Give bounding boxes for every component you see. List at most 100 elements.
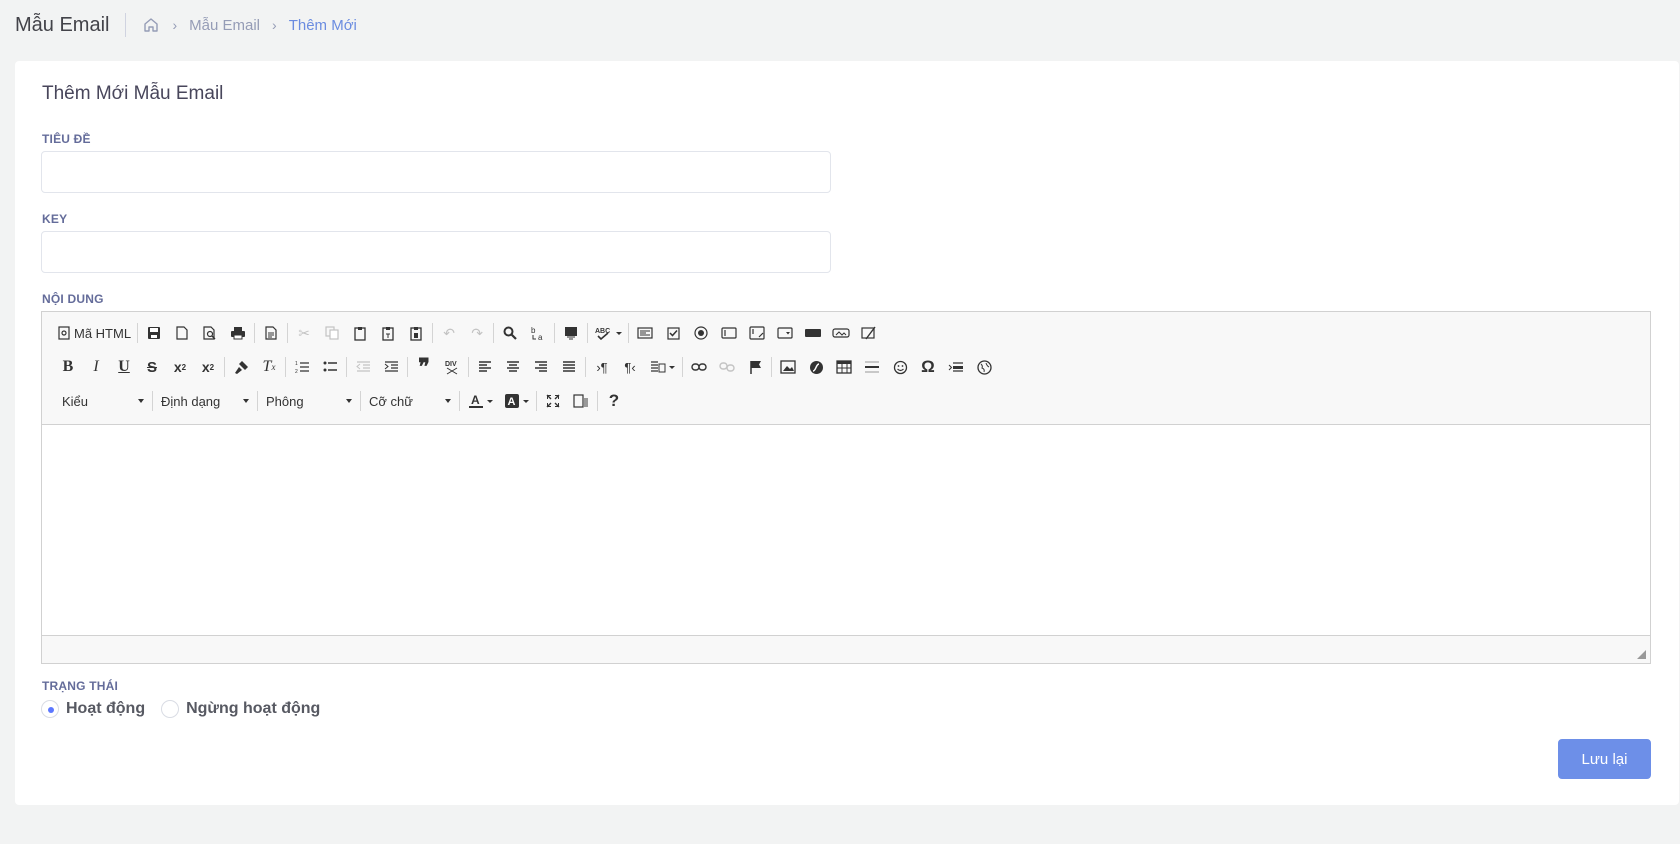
redo-icon[interactable]: ↷ (463, 321, 491, 345)
toolbar-separator (587, 323, 589, 343)
chevron-right-icon: › (172, 17, 178, 33)
status-option-active[interactable]: Hoạt động (41, 700, 145, 718)
page-break-icon[interactable] (942, 355, 970, 379)
save-button[interactable]: Lưu lại (1558, 739, 1651, 779)
paste-text-icon[interactable] (374, 321, 402, 345)
editor-statusbar (42, 635, 1650, 663)
maximize-icon[interactable] (539, 389, 567, 413)
indent-icon[interactable] (377, 355, 405, 379)
resize-handle-icon[interactable] (1637, 650, 1646, 659)
paste-icon[interactable] (346, 321, 374, 345)
image-icon[interactable] (774, 355, 802, 379)
textarea-icon[interactable] (743, 321, 771, 345)
radio-active[interactable] (41, 700, 59, 718)
status-label: TRẠNG THÁI (42, 679, 118, 693)
subject-input[interactable] (41, 151, 831, 193)
language-icon[interactable] (644, 355, 680, 379)
format-dropdown[interactable]: Định dạng (155, 388, 255, 414)
superscript-icon[interactable]: x2 (194, 355, 222, 379)
table-icon[interactable] (830, 355, 858, 379)
hidden-field-icon[interactable] (855, 321, 883, 345)
home-icon[interactable] (142, 16, 160, 34)
numbered-list-icon[interactable]: 12 (288, 355, 316, 379)
breadcrumb: › Mẫu Email › Thêm Mới (142, 16, 357, 34)
bullet-list-icon[interactable] (316, 355, 344, 379)
ltr-icon[interactable]: ›¶ (588, 355, 616, 379)
editor-content-area[interactable] (42, 425, 1650, 636)
select-all-icon[interactable] (557, 321, 585, 345)
svg-text:b: b (531, 326, 536, 335)
breadcrumb-item-email-template[interactable]: Mẫu Email (189, 17, 260, 34)
editor-toolbar: Mã HTML ✂ ↶ ↷ ba ABC B I U S x 2 x 2 T x… (42, 312, 1650, 425)
textfield-icon[interactable] (715, 321, 743, 345)
chevron-right-icon: › (272, 17, 277, 33)
cut-icon[interactable]: ✂ (290, 321, 318, 345)
outdent-icon[interactable] (349, 355, 377, 379)
image-button-icon[interactable] (827, 321, 855, 345)
bold-icon[interactable]: B (54, 355, 82, 379)
checkbox-icon[interactable] (659, 321, 687, 345)
strikethrough-icon[interactable]: S (138, 355, 166, 379)
spellcheck-icon[interactable]: ABC (590, 321, 626, 345)
toolbar-separator (360, 391, 361, 411)
align-left-icon[interactable] (471, 355, 499, 379)
preview-icon[interactable] (196, 321, 224, 345)
source-button[interactable]: Mã HTML (54, 321, 135, 345)
svg-text:a: a (538, 333, 543, 341)
toolbar-separator (285, 357, 286, 377)
form-icon[interactable] (631, 321, 659, 345)
styles-dropdown[interactable]: Kiểu (54, 388, 150, 414)
align-justify-icon[interactable] (555, 355, 583, 379)
key-input[interactable] (41, 231, 831, 273)
text-color-icon[interactable]: A (462, 389, 498, 413)
content-label: NỘI DUNG (42, 292, 104, 306)
blockquote-icon[interactable]: ❞ (410, 355, 438, 379)
smiley-icon[interactable] (886, 355, 914, 379)
help-icon[interactable]: ? (600, 389, 628, 413)
flash-icon[interactable] (802, 355, 830, 379)
rtl-icon[interactable]: ¶‹ (616, 355, 644, 379)
align-center-icon[interactable] (499, 355, 527, 379)
undo-icon[interactable]: ↶ (435, 321, 463, 345)
font-dropdown[interactable]: Phông (260, 388, 358, 414)
templates-icon[interactable] (257, 321, 285, 345)
radio-icon[interactable] (687, 321, 715, 345)
remove-format-icon[interactable]: Tx (255, 355, 283, 379)
radio-inactive[interactable] (161, 700, 180, 718)
print-icon[interactable] (224, 321, 252, 345)
select-icon[interactable] (771, 321, 799, 345)
show-blocks-icon[interactable] (567, 389, 595, 413)
save-doc-icon[interactable] (140, 321, 168, 345)
subject-label: TIÊU ĐỀ (42, 132, 91, 146)
new-page-icon[interactable] (168, 321, 196, 345)
create-div-icon[interactable]: DIV (438, 355, 466, 379)
format-painter-icon[interactable] (227, 355, 255, 379)
status-option-inactive[interactable]: Ngừng hoạt động (161, 700, 320, 718)
underline-icon[interactable]: U (110, 355, 138, 379)
subscript-icon[interactable]: x2 (166, 355, 194, 379)
button-icon[interactable] (799, 321, 827, 345)
toolbar-separator (224, 357, 225, 377)
toolbar-separator (287, 323, 289, 343)
header-divider (125, 13, 127, 37)
background-color-icon[interactable]: A (498, 389, 534, 413)
copy-icon[interactable] (318, 321, 346, 345)
anchor-icon[interactable] (741, 355, 769, 379)
page-header: Mẫu Email › Mẫu Email › Thêm Mới (0, 0, 1680, 50)
replace-icon[interactable]: ba (524, 321, 552, 345)
paste-word-icon[interactable] (402, 321, 430, 345)
link-icon[interactable] (685, 355, 713, 379)
breadcrumb-item-add-new[interactable]: Thêm Mới (289, 17, 357, 34)
unlink-icon[interactable] (713, 355, 741, 379)
toolbar-row-2: B I U S x2 x2 Tx 12 ❞ DIV ›¶ ¶‹ Ω (54, 353, 998, 381)
find-icon[interactable] (496, 321, 524, 345)
key-label: KEY (42, 212, 68, 226)
font-size-dropdown[interactable]: Cỡ chữ (363, 388, 457, 414)
iframe-icon[interactable] (970, 355, 998, 379)
align-right-icon[interactable] (527, 355, 555, 379)
toolbar-separator (152, 391, 153, 411)
special-char-icon[interactable]: Ω (914, 355, 942, 379)
horizontal-rule-icon[interactable] (858, 355, 886, 379)
toolbar-separator (682, 357, 683, 377)
italic-icon[interactable]: I (82, 355, 110, 379)
